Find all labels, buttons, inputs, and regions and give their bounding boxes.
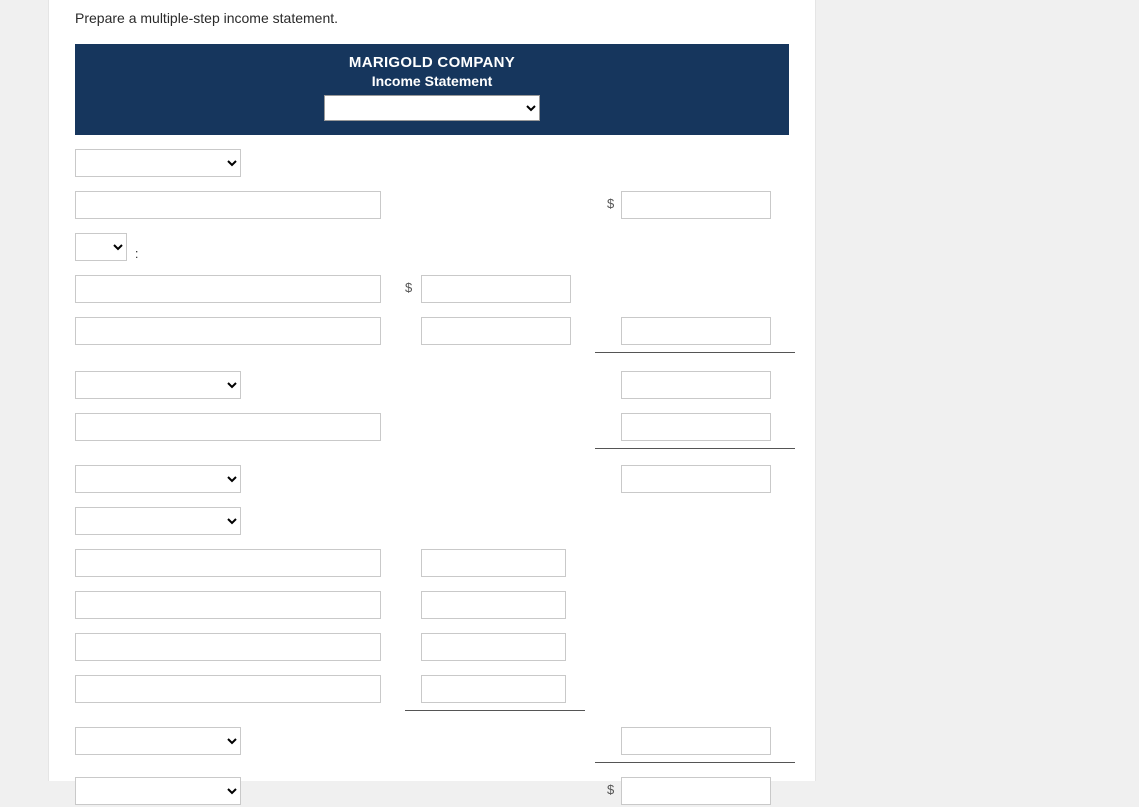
row6-select[interactable] (75, 371, 241, 399)
period-select[interactable] (324, 95, 540, 121)
row10-label-input[interactable] (75, 549, 381, 577)
row-11 (75, 591, 789, 621)
colon: : (135, 246, 139, 261)
row-7 (75, 413, 789, 443)
row14-right-input[interactable] (621, 727, 771, 755)
row10-mid-input[interactable] (421, 549, 566, 577)
dollar-sign: $ (405, 280, 412, 295)
row5-mid-input[interactable] (421, 317, 571, 345)
row-15: $ (75, 777, 789, 807)
row-8 (75, 465, 789, 495)
dollar-sign: $ (607, 782, 614, 797)
row15-right-input[interactable] (621, 777, 771, 805)
row4-mid-input[interactable] (421, 275, 571, 303)
row6-right-input[interactable] (621, 371, 771, 399)
row8-right-input[interactable] (621, 465, 771, 493)
row-2: $ (75, 191, 789, 221)
row5-label-input[interactable] (75, 317, 381, 345)
row13-label-input[interactable] (75, 675, 381, 703)
row14-select[interactable] (75, 727, 241, 755)
statement-title: Income Statement (75, 73, 789, 89)
row-1 (75, 149, 789, 179)
form-rows: $ : $ (75, 149, 789, 807)
statement-header: MARIGOLD COMPANY Income Statement (75, 44, 789, 135)
instruction-text: Prepare a multiple-step income statement… (75, 10, 789, 26)
row7-right-input[interactable] (621, 413, 771, 441)
page: Prepare a multiple-step income statement… (0, 0, 1139, 781)
row12-mid-input[interactable] (421, 633, 566, 661)
row-3: : (75, 233, 789, 263)
row13-mid-input[interactable] (421, 675, 566, 703)
row3-select[interactable] (75, 233, 127, 261)
row-9 (75, 507, 789, 537)
row-12 (75, 633, 789, 663)
row8-select[interactable] (75, 465, 241, 493)
row-5 (75, 317, 789, 347)
row-10 (75, 549, 789, 579)
row-6 (75, 371, 789, 401)
row-13 (75, 675, 789, 705)
row12-label-input[interactable] (75, 633, 381, 661)
row11-mid-input[interactable] (421, 591, 566, 619)
row11-label-input[interactable] (75, 591, 381, 619)
row2-label-input[interactable] (75, 191, 381, 219)
dollar-sign: $ (607, 196, 614, 211)
row4-label-input[interactable] (75, 275, 381, 303)
row-4: $ (75, 275, 789, 305)
company-name: MARIGOLD COMPANY (75, 54, 789, 71)
row7-label-input[interactable] (75, 413, 381, 441)
row15-select[interactable] (75, 777, 241, 805)
row-14 (75, 727, 789, 757)
content-card: Prepare a multiple-step income statement… (48, 0, 816, 781)
row9-select[interactable] (75, 507, 241, 535)
row2-amount-input[interactable] (621, 191, 771, 219)
row5-right-input[interactable] (621, 317, 771, 345)
row1-select[interactable] (75, 149, 241, 177)
